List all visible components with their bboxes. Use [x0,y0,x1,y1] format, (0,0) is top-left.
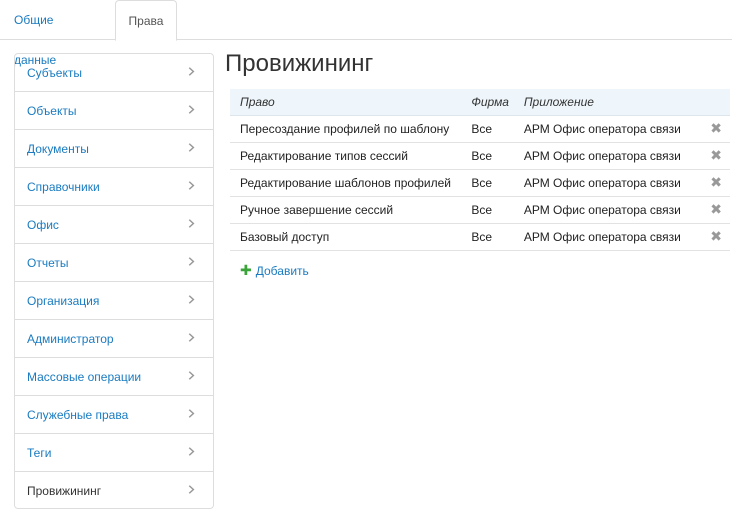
page-title: Провижининг [225,50,374,77]
column-header-application: Приложение [523,94,594,109]
cell-firm: Все [471,229,493,244]
cell-right: Пересоздание профилей по шаблону [240,121,450,136]
chevron-right-icon [188,447,195,456]
column-header-right: Право [240,94,275,109]
sidebar-item-label: Отчеты [27,256,69,270]
tab-divider [0,39,732,40]
chevron-right-icon [188,295,195,304]
cell-firm: Все [471,148,493,163]
chevron-right-icon [188,105,195,114]
cell-application: АРМ Офис оператора связи [523,229,681,244]
table-row: Редактирование типов сессий Все АРМ Офис о… [230,142,730,169]
cell-right: Редактирование типов сессий [240,148,408,163]
tab-rights[interactable]: Права [115,0,177,41]
cell-application: АРМ Офис оператора связи [523,148,681,163]
cell-application: АРМ Офис оператора связи [523,121,681,136]
plus-icon: ✚ [240,262,252,278]
sidebar-item-label: Теги [27,446,52,460]
chevron-right-icon [188,485,195,494]
cell-right: Редактирование шаблонов профилей [240,175,452,190]
chevron-right-icon [188,67,195,76]
column-header-actions [687,89,730,115]
chevron-right-icon [188,219,195,228]
sidebar-item-label: Субъекты [27,66,82,80]
sidebar-item-label: Организация [27,294,100,308]
cell-actions: ✖ [687,223,730,250]
delete-icon[interactable]: ✖ [710,147,722,163]
cell-firm: Все [471,175,493,190]
sidebar-item[interactable]: Массовые операции [15,358,213,396]
sidebar-item[interactable]: Администратор [15,320,213,358]
sidebar: Субъекты Объекты Документы Справочники Офис О… [14,53,214,509]
cell-right: Базовый доступ [240,229,330,244]
tab-general[interactable]: Общие данные [0,0,113,67]
sidebar-item[interactable]: Теги [15,434,213,472]
table-row: Редактирование шаблонов профилей Все АРМ О… [230,169,730,196]
sidebar-item[interactable]: Организация [15,282,213,320]
sidebar-item[interactable]: Документы [15,130,213,168]
sidebar-item-label: Администратор [27,332,114,346]
chevron-right-icon [188,371,195,380]
sidebar-item-label: Объекты [27,104,77,118]
cell-actions: ✖ [687,196,730,223]
sidebar-item-label: Служебные права [27,408,129,422]
sidebar-item-label: Провижининг [27,484,102,498]
cell-application: АРМ Офис оператора связи [523,175,681,190]
delete-icon[interactable]: ✖ [710,174,722,190]
cell-application: АРМ Офис оператора связи [523,202,681,217]
cell-actions: ✖ [687,169,730,196]
cell-firm: Все [471,202,493,217]
chevron-right-icon [188,181,195,190]
sidebar-item-label: Документы [27,142,89,156]
chevron-right-icon [188,333,195,342]
column-header-firm: Фирма [471,94,509,109]
sidebar-item-label: Офис [27,218,59,232]
cell-firm: Все [471,121,493,136]
table-row: Базовый доступ Все АРМ Офис оператора связ… [230,223,730,250]
cell-actions: ✖ [687,142,730,169]
sidebar-item[interactable]: Служебные права [15,396,213,434]
sidebar-item[interactable]: Провижининг [15,472,213,508]
add-label: Добавить [255,264,309,278]
table-row: Пересоздание профилей по шаблону Все АРМ О… [230,115,730,142]
sidebar-item[interactable]: Отчеты [15,244,213,282]
table-header: Право Фирма Приложение [230,89,730,115]
chevron-right-icon [188,257,195,266]
delete-icon[interactable]: ✖ [710,228,722,244]
tab-bar: Общие данные Права [0,0,732,67]
rights-table: Право Фирма Приложение Пересоздание проф… [230,89,730,251]
sidebar-item[interactable]: Справочники [15,168,213,206]
delete-icon[interactable]: ✖ [710,201,722,217]
sidebar-item[interactable]: Субъекты [15,54,213,92]
sidebar-item-label: Массовые операции [27,370,142,384]
add-button[interactable]: ✚ Добавить [240,262,309,279]
cell-right: Ручное завершение сессий [240,202,394,217]
table-row: Ручное завершение сессий Все АРМ Офис опер… [230,196,730,223]
cell-actions: ✖ [687,115,730,142]
sidebar-item[interactable]: Объекты [15,92,213,130]
delete-icon[interactable]: ✖ [710,120,722,136]
chevron-right-icon [188,143,195,152]
sidebar-item[interactable]: Офис [15,206,213,244]
chevron-right-icon [188,409,195,418]
sidebar-item-label: Справочники [27,180,100,194]
